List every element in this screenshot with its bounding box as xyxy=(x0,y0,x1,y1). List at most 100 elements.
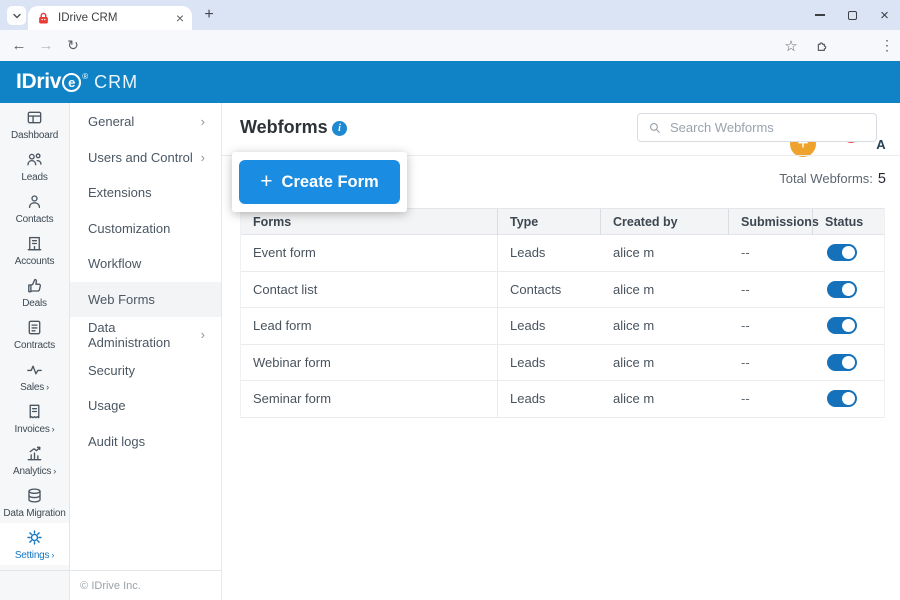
logo-crm-text: CRM xyxy=(94,72,138,93)
sidebar-item-leads[interactable]: Leads xyxy=(0,145,69,187)
menu-item-web-forms[interactable]: Web Forms xyxy=(70,282,221,318)
sidebar-item-analytics[interactable]: Analytics› xyxy=(0,439,69,481)
created-by-cell: alice m xyxy=(601,381,729,417)
column-header-type: Type xyxy=(497,209,600,235)
menu-item-security[interactable]: Security xyxy=(70,353,221,389)
status-toggle[interactable] xyxy=(827,244,857,261)
status-toggle[interactable] xyxy=(827,354,857,371)
create-form-spotlight: + Create Form xyxy=(232,152,407,212)
form-name-cell[interactable]: Event form xyxy=(241,235,497,271)
submenu-arrow-icon: › xyxy=(51,550,54,560)
sidebar-item-label: Settings› xyxy=(15,550,54,561)
info-icon[interactable]: i xyxy=(332,121,347,136)
window-minimize-button[interactable] xyxy=(804,0,835,30)
status-toggle[interactable] xyxy=(827,390,857,407)
total-webforms-value: 5 xyxy=(878,171,886,187)
submissions-cell: -- xyxy=(729,235,813,271)
menu-item-workflow[interactable]: Workflow xyxy=(70,246,221,282)
sidebar-item-label: Analytics› xyxy=(13,466,56,477)
sidebar-item-accounts[interactable]: Accounts xyxy=(0,229,69,271)
back-button[interactable]: ← xyxy=(6,30,32,61)
total-webforms-label: Total Webforms: xyxy=(779,171,873,186)
new-tab-button[interactable]: + xyxy=(199,5,219,25)
form-name-cell[interactable]: Webinar form xyxy=(241,345,497,381)
deals-icon xyxy=(25,276,44,295)
created-by-cell: alice m xyxy=(601,272,729,308)
sidebar-item-label: Contracts xyxy=(14,340,55,351)
menu-item-label: Customization xyxy=(88,221,205,236)
table-row[interactable]: Lead form Leads alice m -- xyxy=(241,308,884,345)
status-cell xyxy=(813,272,885,308)
forward-button[interactable]: → xyxy=(33,30,59,61)
minimize-icon xyxy=(815,14,825,15)
create-form-button-label: Create Form xyxy=(282,173,379,192)
browser-tab[interactable]: IDrive CRM × xyxy=(28,6,192,30)
sidebar-item-dashboard[interactable]: Dashboard xyxy=(0,103,69,145)
sidebar-item-contacts[interactable]: Contacts xyxy=(0,187,69,229)
table-row[interactable]: Webinar form Leads alice m -- xyxy=(241,345,884,382)
sidebar-item-label: Sales› xyxy=(20,382,49,393)
created-by-cell: alice m xyxy=(601,308,729,344)
tab-close-icon[interactable]: × xyxy=(176,11,184,25)
toggle-knob xyxy=(842,356,855,369)
status-cell xyxy=(813,345,885,381)
menu-item-data-administration[interactable]: Data Administration› xyxy=(70,317,221,353)
search-box xyxy=(637,113,877,142)
invoices-icon xyxy=(25,402,44,421)
accounts-icon xyxy=(25,234,44,253)
toggle-knob xyxy=(842,246,855,259)
menu-item-label: General xyxy=(88,114,201,129)
sidebar-item-data-migration[interactable]: Data Migration xyxy=(0,481,69,523)
menu-item-users-and-control[interactable]: Users and Control› xyxy=(70,140,221,176)
submissions-cell: -- xyxy=(729,272,813,308)
form-name-cell[interactable]: Lead form xyxy=(241,308,497,344)
create-form-button[interactable]: + Create Form xyxy=(239,160,400,204)
status-toggle[interactable] xyxy=(827,281,857,298)
search-input[interactable] xyxy=(662,114,876,141)
status-toggle[interactable] xyxy=(827,317,857,334)
menu-item-audit-logs[interactable]: Audit logs xyxy=(70,424,221,460)
table-row[interactable]: Event form Leads alice m -- xyxy=(241,235,884,272)
toggle-knob xyxy=(842,392,855,405)
menu-item-customization[interactable]: Customization xyxy=(70,211,221,247)
sidebar-item-invoices[interactable]: Invoices› xyxy=(0,397,69,439)
window-close-button[interactable]: × xyxy=(869,0,900,30)
menu-item-general[interactable]: General› xyxy=(70,104,221,140)
menu-item-label: Security xyxy=(88,363,205,378)
status-cell xyxy=(813,235,885,271)
table-header-row: Forms Type Created by Submissions Status xyxy=(241,208,884,235)
menu-item-usage[interactable]: Usage xyxy=(70,388,221,424)
submissions-cell: -- xyxy=(729,308,813,344)
extensions-icon[interactable] xyxy=(810,30,834,61)
window-maximize-button[interactable] xyxy=(837,0,868,30)
bookmark-star-icon[interactable]: ☆ xyxy=(778,30,804,61)
form-name-cell[interactable]: Contact list xyxy=(241,272,497,308)
column-header-submissions: Submissions xyxy=(728,209,812,235)
sidebar-item-contracts[interactable]: Contracts xyxy=(0,313,69,355)
sidebar-item-label: Deals xyxy=(22,298,47,309)
status-cell xyxy=(813,308,885,344)
tab-search-button[interactable] xyxy=(7,6,26,25)
table-row[interactable]: Seminar form Leads alice m -- xyxy=(241,381,884,418)
idrive-favicon xyxy=(36,11,51,26)
app-header: IDrive®CRM + 5 A xyxy=(0,61,900,103)
toggle-knob xyxy=(842,283,855,296)
type-cell: Contacts xyxy=(498,272,601,308)
leads-icon xyxy=(25,150,44,169)
sidebar-item-label: Contacts xyxy=(16,214,54,225)
webforms-table: Forms Type Created by Submissions Status… xyxy=(240,208,885,418)
form-name-cell[interactable]: Seminar form xyxy=(241,381,497,417)
sidebar-item-deals[interactable]: Deals xyxy=(0,271,69,313)
sidebar-item-label: Accounts xyxy=(15,256,55,267)
reload-button[interactable]: ↻ xyxy=(60,30,86,61)
menu-item-label: Extensions xyxy=(88,185,205,200)
table-row[interactable]: Contact list Contacts alice m -- xyxy=(241,272,884,309)
settings-gear-icon xyxy=(25,528,44,547)
sidebar-item-sales[interactable]: Sales› xyxy=(0,355,69,397)
menu-item-extensions[interactable]: Extensions xyxy=(70,175,221,211)
sidebar-item-settings[interactable]: Settings› xyxy=(0,523,69,565)
browser-toolbar: ← → ↻ idrive.com/crm/crm-v2/html/workflo… xyxy=(0,30,900,61)
browser-menu-icon[interactable]: ⋮ xyxy=(877,30,897,61)
sidebar-item-label: Data Migration xyxy=(3,508,65,519)
page-title: Webforms xyxy=(240,117,328,138)
